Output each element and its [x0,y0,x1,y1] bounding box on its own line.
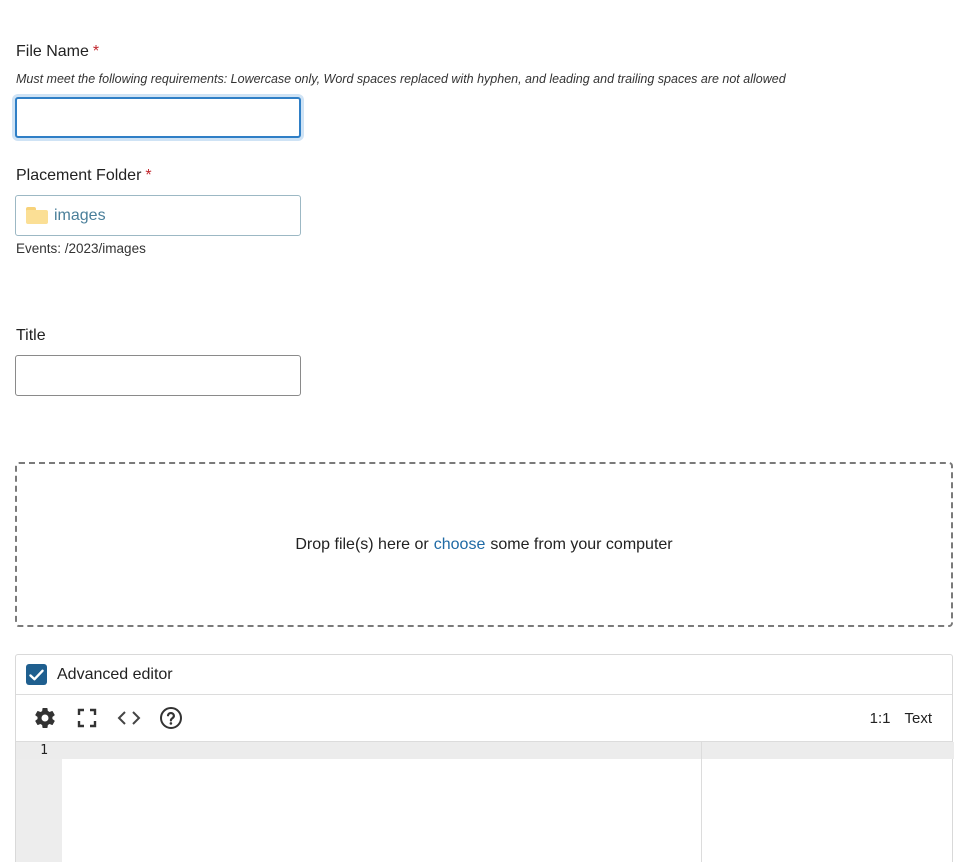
placement-folder-path: Events: /2023/images [16,241,146,256]
choose-file-link[interactable]: choose [434,536,486,554]
advanced-editor-label: Advanced editor [57,665,173,683]
placement-folder-label: Placement Folder * [16,167,152,184]
required-mark: * [145,167,152,184]
dropzone-text-prefix: Drop file(s) here or [295,535,429,553]
cursor-position: 1:1 [869,709,891,727]
file-name-label: File Name * [16,43,100,60]
help-icon[interactable] [158,705,184,731]
code-icon[interactable] [116,705,142,731]
active-line [16,742,954,759]
editor-toolbar: 1:1 Text [16,695,952,742]
line-number: 1 [40,743,48,758]
fullscreen-icon[interactable] [74,705,100,731]
advanced-editor: Advanced editor 1:1 Text 1 [15,654,954,862]
advanced-editor-toggle-row: Advanced editor [16,655,952,695]
code-editor-area[interactable]: 1 [16,742,954,862]
placement-folder-value: images [54,206,106,224]
gear-icon[interactable] [32,705,58,731]
editor-mode[interactable]: Text [904,710,932,727]
required-mark: * [92,43,100,60]
title-label: Title [16,327,46,344]
line-gutter [16,742,62,862]
file-name-input[interactable] [15,97,301,138]
print-margin [701,742,702,862]
file-name-hint: Must meet the following requirements: Lo… [16,72,786,86]
title-input[interactable] [15,355,301,396]
editor-status: 1:1 Text [856,695,932,741]
placement-folder-chooser[interactable]: images [15,195,301,236]
checkmark-icon [29,669,44,680]
file-dropzone[interactable]: Drop file(s) here or choose some from yo… [15,462,953,627]
dropzone-text-suffix: some from your computer [490,535,673,553]
folder-icon [26,207,48,224]
advanced-editor-checkbox[interactable] [26,664,47,685]
